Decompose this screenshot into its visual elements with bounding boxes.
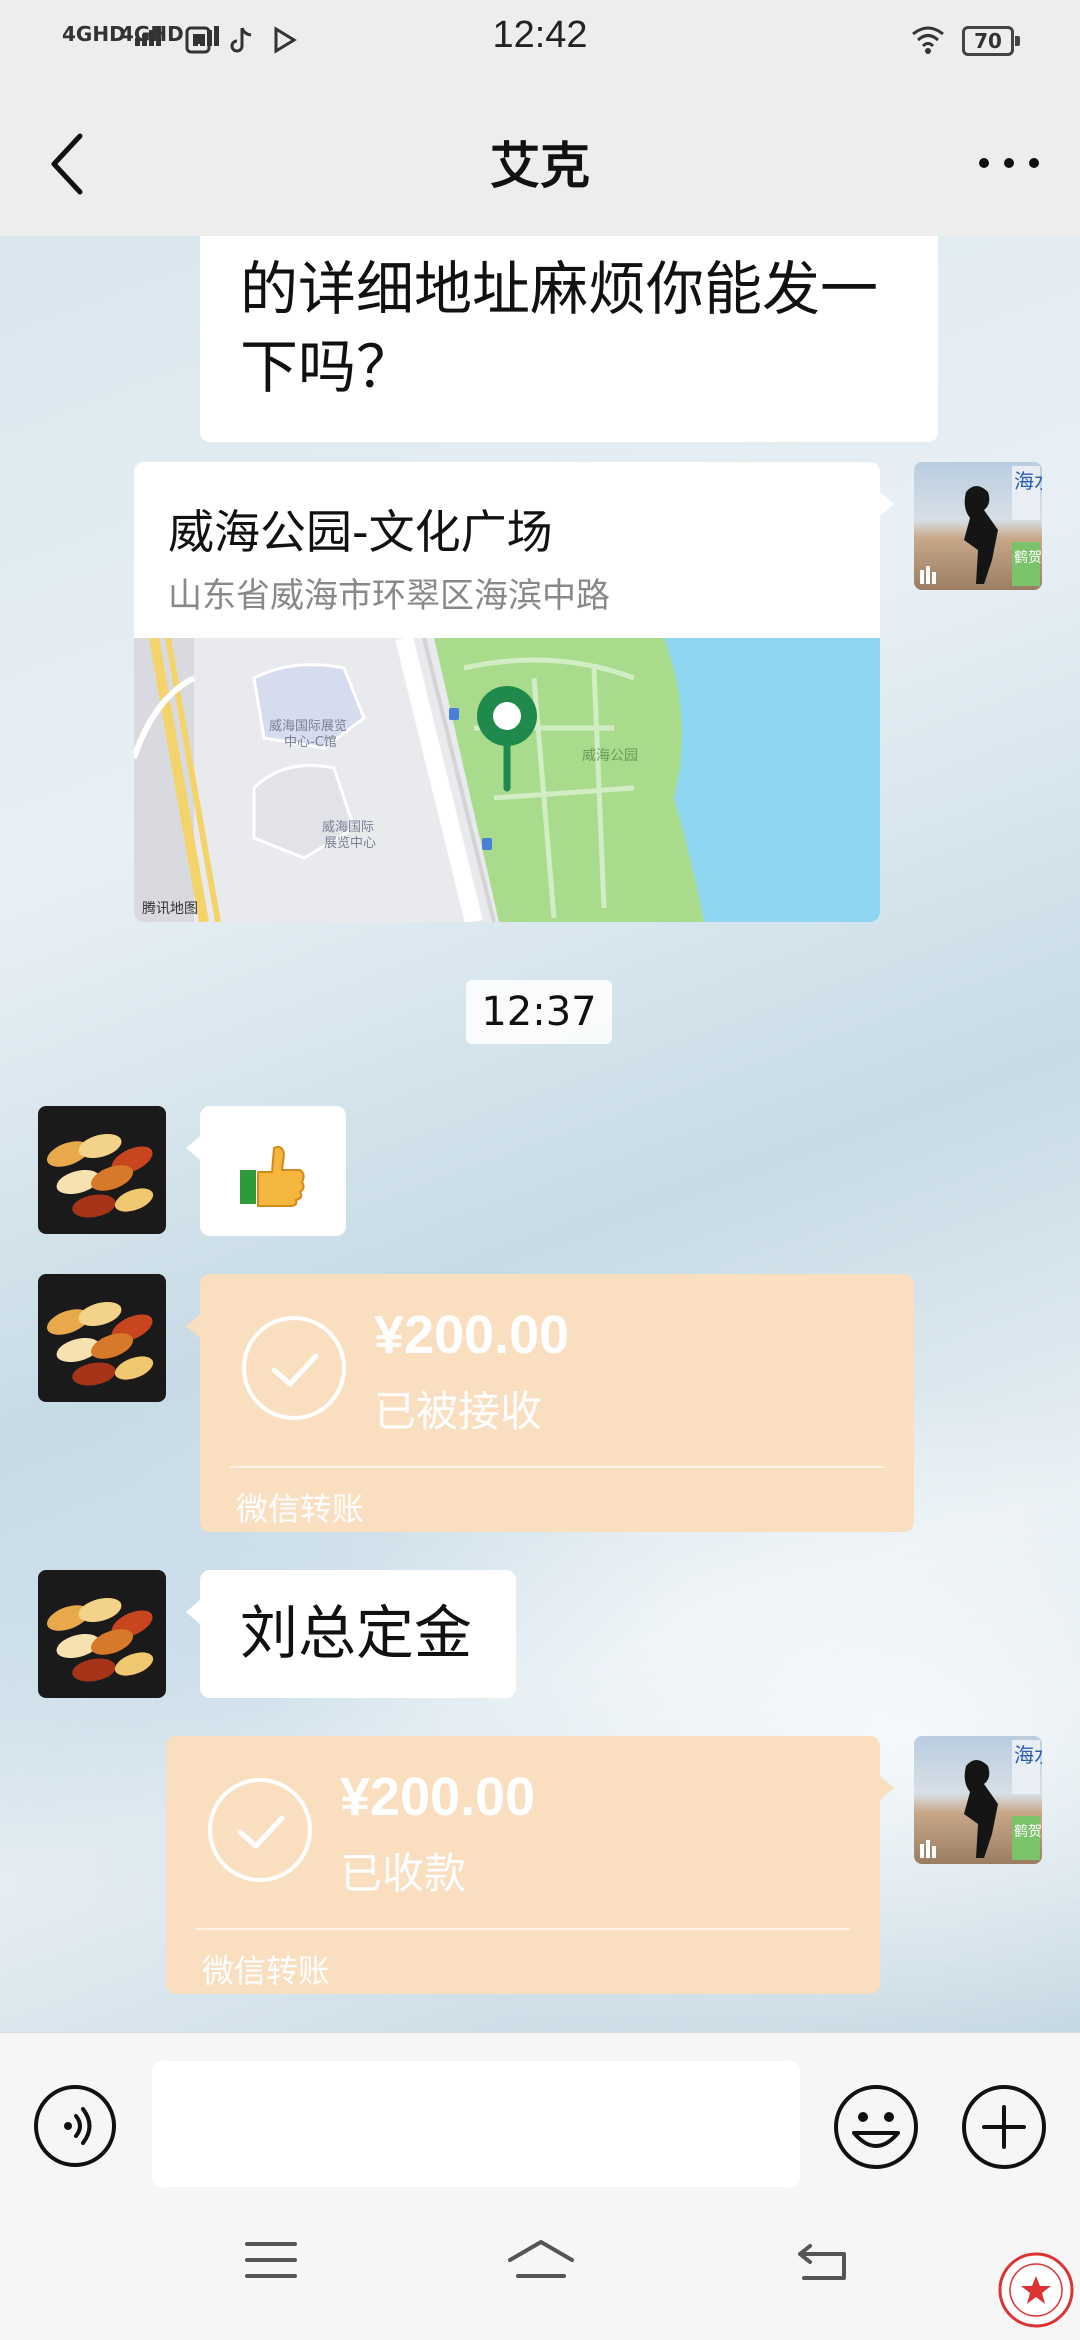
transfer-amount: ¥200.00: [340, 1767, 536, 1827]
location-card[interactable]: 威海公园-文化广场 山东省威海市环翠区海滨中路 威海国际展览 中心-C馆 威海国…: [134, 462, 894, 922]
check-circle-icon: [208, 1778, 312, 1882]
avatar-sign-text: 海水: [1014, 1743, 1042, 1767]
transfer-amount: ¥200.00: [374, 1305, 570, 1365]
message-input-bar: [0, 2032, 1080, 2189]
message-bubble-text[interactable]: 的详细地址麻烦你能发一下吗？: [200, 236, 938, 442]
avatar-photo: 海水 鹤贺: [920, 1740, 1042, 1860]
message-text: 的详细地址麻烦你能发一下吗？: [240, 255, 879, 401]
watermark-logo: [998, 2252, 1074, 2328]
nav-back-icon[interactable]: [796, 2238, 852, 2282]
avatar-photo: [46, 1133, 154, 1218]
message-input[interactable]: [152, 2061, 800, 2187]
map-credit: 腾讯地图: [142, 901, 198, 917]
thumbs-up-icon: [240, 1145, 305, 1207]
my-avatar[interactable]: 海水 鹤贺: [914, 1736, 1042, 1864]
status-bar: 4GHD 4GHD 12:42 70: [0, 0, 1080, 84]
map-label-expo-c: 威海国际展览: [269, 718, 347, 734]
transfer-divider: [230, 1466, 884, 1468]
chat-header: 艾克: [0, 84, 1080, 236]
map-label-expo-c-2: 中心-C馆: [284, 735, 337, 750]
avatar-sign-text-2: 鹤贺: [1014, 550, 1042, 566]
message-bubble-emoji[interactable]: [186, 1106, 346, 1236]
map-label-park: 威海公园: [582, 748, 638, 764]
message-text: 刘总定金: [240, 1599, 473, 1667]
avatar-sign-text-2: 鹤贺: [1014, 1824, 1042, 1840]
avatar-photo: [46, 1301, 154, 1386]
more-icon[interactable]: [974, 148, 1044, 178]
map-label-expo: 威海国际: [322, 820, 374, 835]
avatar-photo: [46, 1597, 154, 1682]
location-address: 山东省威海市环翠区海滨中路: [168, 576, 610, 616]
location-name: 威海公园-文化广场: [168, 505, 553, 559]
chat-messages[interactable]: 的详细地址麻烦你能发一下吗？ 威海公园-文化广场 山东省威海市环翠区海滨中路 威…: [0, 236, 1080, 2032]
wifi-icon: [912, 26, 944, 54]
contact-avatar[interactable]: [38, 1570, 166, 1698]
map-label-expo-2: 展览中心: [324, 835, 376, 851]
nav-menu-icon[interactable]: [244, 2238, 298, 2282]
transfer-card-collected[interactable]: ¥200.00 已收款 微信转账: [166, 1736, 894, 1994]
avatar-photo: 海水 鹤贺: [920, 466, 1042, 586]
emoji-icon[interactable]: [832, 2083, 920, 2171]
transfer-card-received[interactable]: ¥200.00 已被接收 微信转账: [186, 1274, 914, 1532]
my-avatar[interactable]: 海水 鹤贺: [914, 462, 1042, 590]
nav-home-icon[interactable]: [506, 2238, 576, 2286]
transfer-label: 微信转账: [236, 1490, 365, 1528]
contact-avatar[interactable]: [38, 1274, 166, 1402]
contact-avatar[interactable]: [38, 1106, 166, 1234]
transfer-status: 已收款: [340, 1849, 467, 1898]
transfer-divider: [196, 1928, 850, 1930]
system-nav-bar: [0, 2188, 1080, 2340]
chat-title: 艾克: [490, 137, 590, 195]
check-circle-icon: [242, 1316, 346, 1420]
voice-icon[interactable]: [32, 2083, 118, 2169]
message-bubble-text[interactable]: 刘总定金: [186, 1570, 516, 1698]
battery-indicator: 70: [962, 26, 1020, 56]
avatar-sign-text: 海水: [1014, 469, 1042, 493]
transfer-label: 微信转账: [202, 1952, 331, 1990]
plus-icon[interactable]: [960, 2083, 1048, 2171]
location-map[interactable]: 威海国际展览 中心-C馆 威海国际 展览中心 威海公园: [134, 638, 880, 922]
transfer-status: 已被接收: [374, 1387, 543, 1436]
chat-timestamp: 12:37: [466, 980, 612, 1044]
